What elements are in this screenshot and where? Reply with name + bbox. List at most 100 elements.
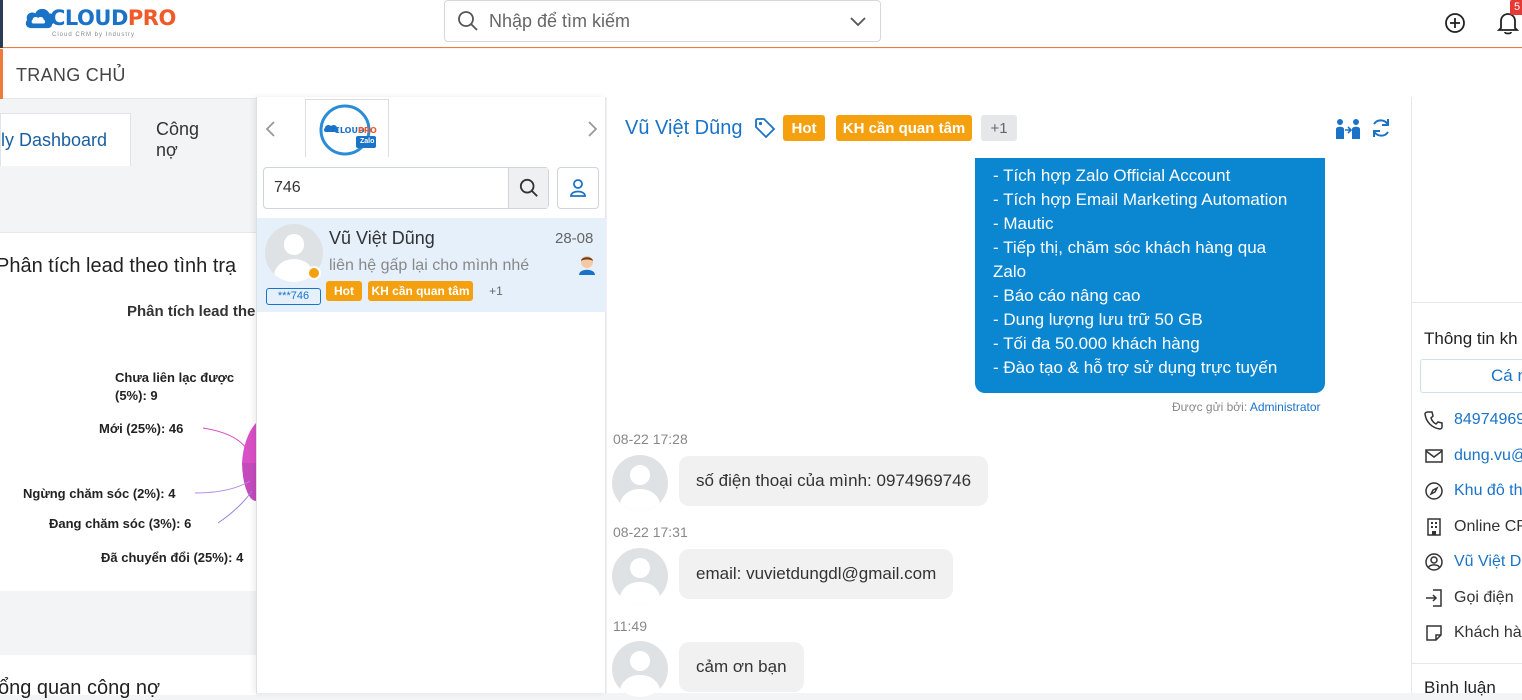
sent-by: Được gửi bởi: Administrator <box>1172 400 1321 414</box>
search-icon <box>458 11 478 31</box>
leader-line-ngung <box>194 480 251 494</box>
sender-avatar <box>612 641 668 697</box>
conversation-list-panel: CLOUD PRO Zalo Vũ Việt Dũng 28-08 liên h… <box>256 97 606 693</box>
building-icon <box>1427 518 1441 536</box>
message-line: - Dung lượng lưu trữ 50 GB <box>993 310 1203 329</box>
conversation-search-button[interactable] <box>508 168 548 208</box>
incoming-message-bubble: số điện thoại của mình: 0974969746 <box>679 456 989 506</box>
conversation-item[interactable]: Vũ Việt Dũng 28-08 liên hệ gấp lại cho m… <box>257 218 606 312</box>
sender-avatar <box>612 548 668 604</box>
topbar-edge <box>0 0 3 48</box>
message-line: - Tích hợp Zalo Official Account <box>993 166 1231 185</box>
message-line: - Tiếp thị, chăm sóc khách hàng qua <box>993 238 1267 257</box>
page-title: TRANG CHỦ <box>16 65 126 85</box>
leader-line-dang <box>217 490 253 524</box>
lead-analysis-card: Phân tích lead theo tình trạ Phân tích l… <box>0 232 256 631</box>
panel-divider <box>1412 663 1522 664</box>
transfer-users-icon[interactable] <box>1335 117 1361 141</box>
contact-filter-button[interactable] <box>557 167 599 209</box>
global-search-input[interactable]: Nhập để tìm kiếm <box>444 0 881 42</box>
leader-line-moi <box>202 427 247 449</box>
phone-tag: ***746 <box>266 288 321 305</box>
cloudpro-zalo-logo-icon: CLOUD PRO <box>319 104 377 156</box>
chevron-right-icon[interactable] <box>584 119 600 139</box>
tab-my-dashboard[interactable]: ly Dashboard <box>0 113 131 166</box>
mail-icon <box>1425 449 1443 463</box>
add-circle-icon[interactable] <box>1444 12 1466 34</box>
tab-cong-no[interactable]: Công nợ <box>156 113 199 166</box>
user-icon <box>570 179 586 197</box>
phone-icon <box>1424 411 1443 430</box>
legend-ngung-cham-soc: Ngừng chăm sóc (2%): 4 <box>23 486 176 501</box>
svg-text:PRO: PRO <box>358 126 377 135</box>
logo-tagline: Cloud CRM by Industry <box>52 32 136 38</box>
panel-divider <box>1412 302 1522 303</box>
message-timestamp: 11:49 <box>613 618 647 634</box>
info-action-button[interactable]: Cá n <box>1420 359 1522 393</box>
search-icon <box>519 178 538 197</box>
outgoing-message-bubble: - Tích hợp Zalo Official Account - Tích … <box>975 158 1325 393</box>
chat-tag-hot: Hot <box>783 115 825 141</box>
info-customer[interactable]: Khách hàn <box>1424 623 1522 643</box>
conversation-search-input[interactable] <box>264 179 508 197</box>
chevron-left-icon[interactable] <box>263 119 279 139</box>
sender-avatar <box>612 455 668 511</box>
conversation-preview: liên hệ gấp lại cho mình nhé <box>329 257 530 274</box>
card-footer <box>0 591 256 631</box>
pie-slice-moi <box>242 423 256 463</box>
note-icon <box>1426 625 1442 641</box>
message-timestamp: 08-22 17:31 <box>613 524 688 540</box>
compass-icon <box>1425 482 1443 500</box>
info-title: Thông tin kh <box>1424 329 1518 348</box>
cloudpro-logo[interactable]: CLOUDPRO Cloud CRM by Industry <box>24 6 176 38</box>
message-line: - Báo cáo nâng cao <box>993 286 1141 305</box>
customer-info-panel: Thông tin kh Cá n 84974969 dung.vu@ Khu … <box>1411 97 1522 697</box>
tag-icon[interactable] <box>754 117 776 139</box>
message-timestamp: 08-22 17:28 <box>613 431 688 447</box>
info-address[interactable]: Khu đô th <box>1424 481 1522 501</box>
logo-wordmark: CLOUDPRO <box>50 6 176 30</box>
legend-chua-lien-lac: Chưa liên lạc được <box>115 370 235 385</box>
tag-more[interactable]: +1 <box>481 281 511 301</box>
info-call[interactable]: Gọi điện <box>1424 588 1514 608</box>
chat-contact-name[interactable]: Vũ Việt Dũng <box>625 117 743 140</box>
refresh-icon[interactable] <box>1370 117 1392 139</box>
info-phone[interactable]: 84974969 <box>1424 410 1522 430</box>
incoming-message-bubble: cảm ơn bạn <box>679 642 804 692</box>
chat-tag-more[interactable]: +1 <box>981 115 1017 141</box>
message-line: - Tối đa 50.000 khách hàng <box>993 334 1200 353</box>
tag-kh-can-quan-tam: KH cần quan tâm <box>368 281 473 301</box>
sent-by-user[interactable]: Administrator <box>1250 400 1321 414</box>
conversation-date: 28-08 <box>555 230 594 247</box>
chat-tag-kh-can-quan-tam: KH cần quan tâm <box>836 115 972 141</box>
legend-da-chuyen-doi: Đã chuyển đổi (25%): 4 <box>101 550 244 565</box>
chat-header: Vũ Việt Dũng Hot KH cần quan tâm +1 <box>607 97 1411 158</box>
info-company: Online CR <box>1424 517 1522 537</box>
breadcrumb-bar: TRANG CHỦ <box>0 49 1522 99</box>
conversation-name: Vũ Việt Dũng <box>329 228 435 248</box>
message-line: - Tích hợp Email Marketing Automation <box>993 190 1288 209</box>
conversation-search[interactable] <box>263 167 549 209</box>
tag-hot: Hot <box>326 281 362 301</box>
legend-dang-cham-soc: Đang chăm sóc (3%): 6 <box>49 516 192 531</box>
online-status-dot <box>307 266 321 280</box>
comments-title: Bình luận <box>1424 678 1496 697</box>
debt-overview-title: ổng quan công nợ <box>0 677 161 699</box>
agent-avatar-icon <box>579 256 595 275</box>
search-placeholder: Nhập để tìm kiếm <box>489 10 631 31</box>
info-email[interactable]: dung.vu@ <box>1424 446 1522 466</box>
chevron-down-icon[interactable] <box>848 11 868 31</box>
cloud-logo-icon <box>25 8 55 29</box>
top-bar: CLOUDPRO Cloud CRM by Industry Nhập để t… <box>0 0 1522 48</box>
legend-chua-lien-lac-pct: (5%): 9 <box>115 388 158 403</box>
card-title: Phân tích lead theo tình trạ <box>0 255 237 277</box>
zalo-oa-tab[interactable]: CLOUD PRO Zalo <box>305 99 389 157</box>
message-line: Zalo <box>993 262 1027 281</box>
message-line: - Mautic <box>993 214 1054 233</box>
info-owner[interactable]: Vũ Việt Dũ <box>1424 552 1522 572</box>
message-line: - Đào tạo & hỗ trợ sử dụng trực tuyến <box>993 358 1278 377</box>
incoming-message-bubble: email: vuvietdungdl@gmail.com <box>679 549 954 599</box>
notification-badge: 5 <box>1510 0 1522 15</box>
zalo-badge-label: Zalo <box>360 138 375 145</box>
legend-moi: Mới (25%): 46 <box>99 421 184 436</box>
